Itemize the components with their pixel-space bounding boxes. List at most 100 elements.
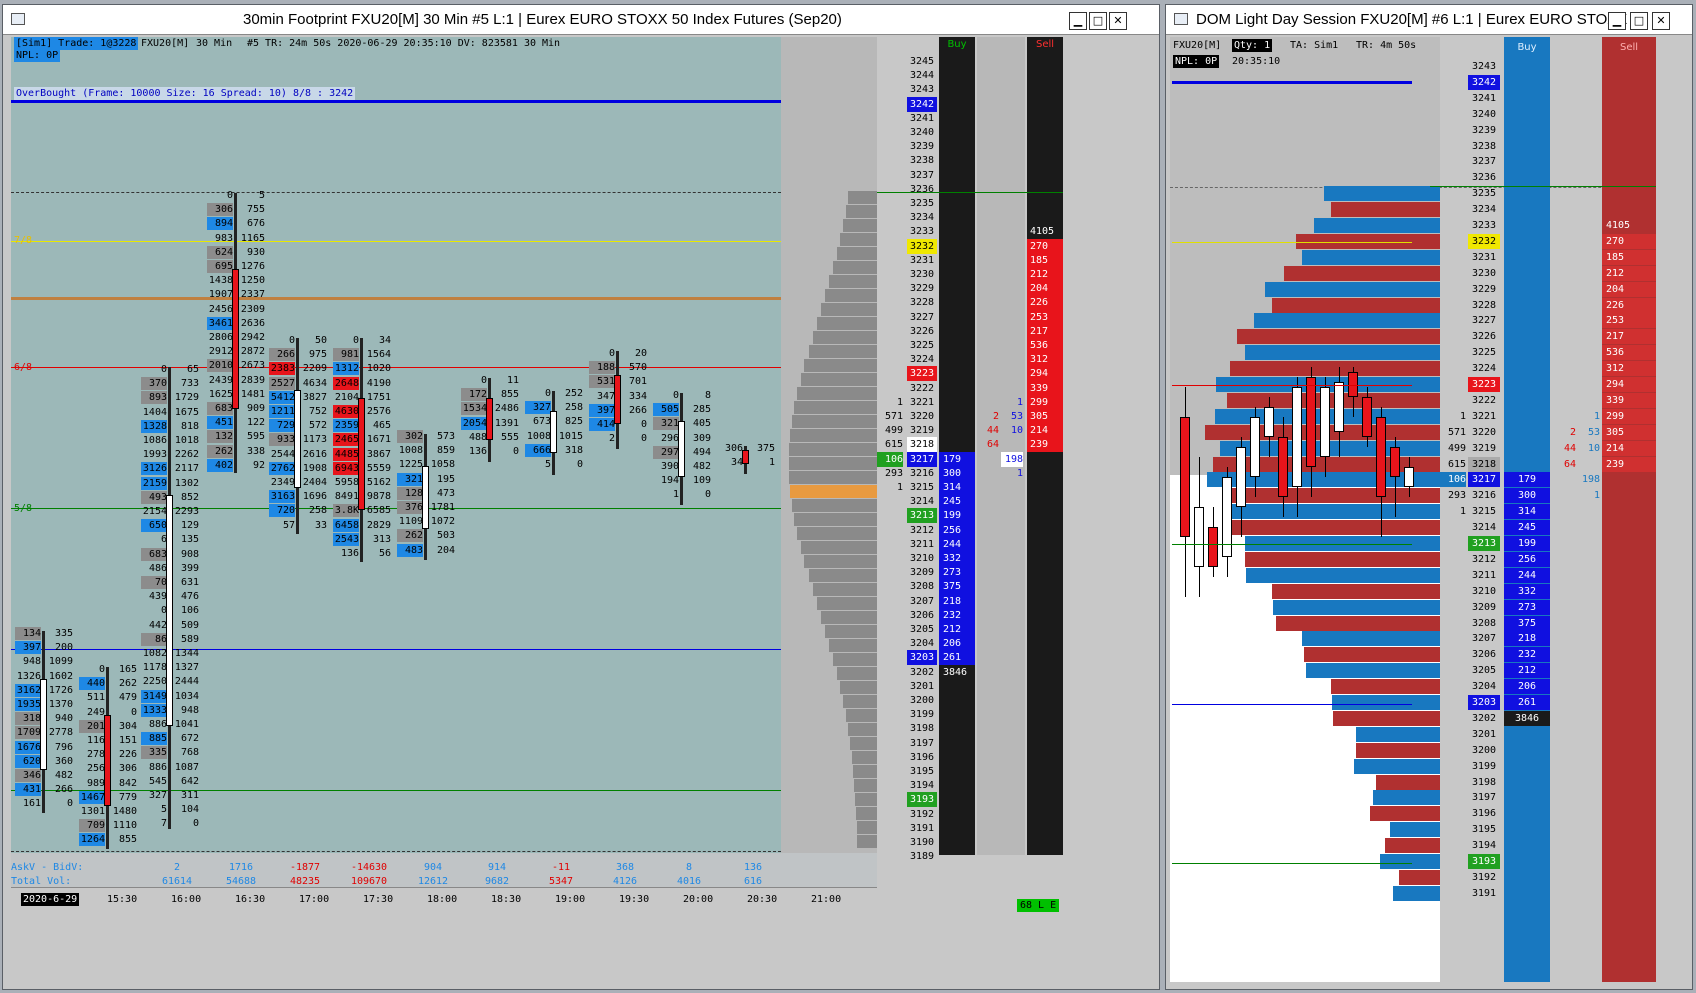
dom-buy-qty[interactable]: 314: [1504, 504, 1550, 520]
ladder-buy-qty[interactable]: 256: [939, 522, 975, 538]
ladder-price[interactable]: 3223: [907, 366, 937, 382]
ladder-buy-qty[interactable]: 273: [939, 565, 975, 581]
dom-buy-qty[interactable]: 261: [1504, 695, 1550, 710]
dom-price[interactable]: 3227: [1468, 313, 1500, 328]
dom-price[interactable]: 3237: [1468, 154, 1500, 169]
ladder-price[interactable]: 3215: [907, 480, 937, 495]
ladder-price[interactable]: 3204: [907, 636, 937, 651]
dom-price[interactable]: 3215: [1468, 504, 1500, 519]
ladder-buy-qty[interactable]: 332: [939, 551, 975, 566]
ladder-sell-qty[interactable]: 536: [1027, 338, 1063, 353]
ladder-price[interactable]: 3218: [907, 437, 937, 453]
dom-price[interactable]: 3205: [1468, 663, 1500, 678]
ladder-sell-qty[interactable]: 214: [1027, 423, 1063, 439]
dom-price[interactable]: 3216: [1468, 488, 1500, 503]
ladder-price[interactable]: 3235: [907, 196, 937, 211]
dom-buy-qty[interactable]: 332: [1504, 583, 1550, 599]
dom-price[interactable]: 3211: [1468, 568, 1500, 583]
ladder-buy-qty[interactable]: 199: [939, 508, 975, 524]
ladder-price[interactable]: 3189: [907, 849, 937, 864]
dom-price[interactable]: 3213: [1468, 536, 1500, 551]
dom-buy-qty[interactable]: 206: [1504, 679, 1550, 695]
dom-sell-qty[interactable]: 305: [1602, 424, 1656, 440]
ladder-sell-qty[interactable]: 339: [1027, 380, 1063, 396]
ladder-sell-qty[interactable]: 185: [1027, 252, 1063, 268]
ladder-sell-qty[interactable]: 212: [1027, 267, 1063, 282]
ladder-price[interactable]: 3238: [907, 153, 937, 168]
ladder-price[interactable]: 3224: [907, 352, 937, 367]
dom-price[interactable]: 3198: [1468, 775, 1500, 790]
ladder-price[interactable]: 3236: [907, 182, 937, 197]
minimize-button[interactable]: ▁: [1069, 12, 1087, 30]
dom-sell-qty[interactable]: 217: [1602, 329, 1656, 345]
ladder-sell-qty[interactable]: 270: [1027, 238, 1063, 254]
dom-buy-qty[interactable]: 273: [1504, 599, 1550, 615]
dom-price[interactable]: 3199: [1468, 759, 1500, 774]
ladder-price[interactable]: 3217: [907, 451, 937, 467]
ladder-price[interactable]: 3229: [907, 281, 937, 296]
ladder-price[interactable]: 3234: [907, 210, 937, 225]
dom-price[interactable]: 3235: [1468, 186, 1500, 201]
ladder-sell-qty[interactable]: 312: [1027, 352, 1063, 368]
dom-buy-qty[interactable]: 244: [1504, 567, 1550, 583]
ladder-sell-qty[interactable]: 226: [1027, 295, 1063, 311]
ladder-price[interactable]: 3206: [907, 608, 937, 623]
ladder-price[interactable]: 3214: [907, 494, 937, 509]
ladder-sell-qty[interactable]: 217: [1027, 323, 1063, 339]
dom-price[interactable]: 3231: [1468, 250, 1500, 265]
ladder-buy-qty[interactable]: 245: [939, 494, 975, 510]
ladder-price[interactable]: 3191: [907, 821, 937, 836]
ladder-buy-qty[interactable]: 375: [939, 579, 975, 595]
dom-buy-qty[interactable]: 232: [1504, 647, 1550, 663]
dom-price[interactable]: 3243: [1468, 59, 1500, 74]
dom-price[interactable]: 3230: [1468, 266, 1500, 281]
ladder-price[interactable]: 3207: [907, 594, 937, 609]
dom-buy-qty[interactable]: 245: [1504, 520, 1550, 536]
minimize-button[interactable]: ▁: [1608, 12, 1626, 30]
dom-price[interactable]: 3221: [1468, 409, 1500, 424]
dom-price[interactable]: 3204: [1468, 679, 1500, 694]
dom-sell-qty[interactable]: 204: [1602, 281, 1656, 297]
ladder-price[interactable]: 3213: [907, 508, 937, 524]
dom-buy-qty[interactable]: 256: [1504, 551, 1550, 567]
dom-price[interactable]: 3225: [1468, 345, 1500, 360]
ladder-price[interactable]: 3221: [907, 395, 937, 410]
ladder-price[interactable]: 3232: [907, 238, 937, 254]
dom-sell-qty[interactable]: 536: [1602, 345, 1656, 361]
ladder-buy-qty[interactable]: 3846: [939, 664, 975, 680]
dom-price[interactable]: 3238: [1468, 139, 1500, 154]
dom-price[interactable]: 3234: [1468, 202, 1500, 217]
ladder-price[interactable]: 3231: [907, 253, 937, 268]
price-ladder[interactable]: Buy Sell 3245 3244 3243 3242 3241 3240 3239 323…: [877, 37, 1063, 912]
dom-sell-qty[interactable]: 185: [1602, 249, 1656, 265]
dom-sell-qty[interactable]: 239: [1602, 456, 1656, 472]
ladder-price[interactable]: 3237: [907, 168, 937, 183]
dom-price[interactable]: 3226: [1468, 329, 1500, 344]
ladder-price[interactable]: 3220: [907, 409, 937, 424]
maximize-button[interactable]: □: [1089, 12, 1107, 30]
dom-sell-qty[interactable]: 253: [1602, 313, 1656, 329]
ladder-price[interactable]: 3193: [907, 792, 937, 808]
dom-sell-qty[interactable]: 214: [1602, 440, 1656, 456]
dom-buy-qty[interactable]: 375: [1504, 615, 1550, 631]
ladder-buy-qty[interactable]: 232: [939, 607, 975, 623]
dom-sell-qty[interactable]: 312: [1602, 361, 1656, 377]
dom-price[interactable]: 3217: [1468, 472, 1500, 488]
ladder-buy-qty[interactable]: 261: [939, 650, 975, 666]
ladder-price[interactable]: 3192: [907, 807, 937, 822]
ladder-price[interactable]: 3190: [907, 835, 937, 850]
dom-buy-qty[interactable]: 3846: [1504, 710, 1550, 726]
ladder-price[interactable]: 3233: [907, 224, 937, 239]
dom-sell-qty[interactable]: 299: [1602, 408, 1656, 424]
dom-price[interactable]: 3202: [1468, 711, 1500, 726]
dom-price[interactable]: 3242: [1468, 74, 1500, 90]
close-button[interactable]: ✕: [1109, 12, 1127, 30]
dom-price[interactable]: 3203: [1468, 695, 1500, 710]
dom-price[interactable]: 3241: [1468, 91, 1500, 106]
dom-sell-qty[interactable]: 212: [1602, 265, 1656, 281]
ladder-price[interactable]: 3243: [907, 82, 937, 97]
dom-price[interactable]: 3191: [1468, 886, 1500, 901]
dom-price[interactable]: 3222: [1468, 393, 1500, 408]
dom-price[interactable]: 3218: [1468, 456, 1500, 472]
ladder-price[interactable]: 3203: [907, 650, 937, 666]
